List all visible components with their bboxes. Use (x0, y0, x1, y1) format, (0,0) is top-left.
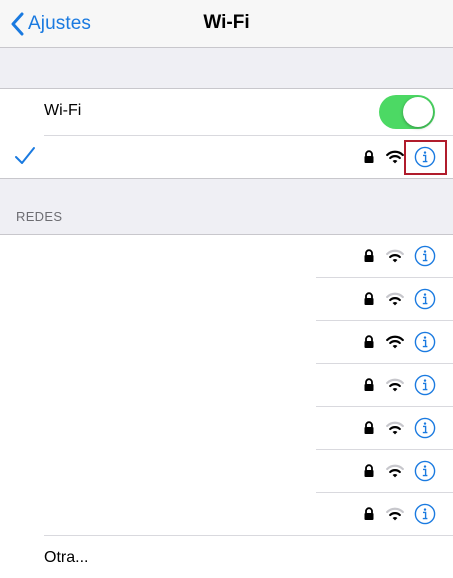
lock-icon (364, 249, 374, 262)
wifi-signal-icon (386, 335, 404, 349)
navigation-bar: Ajustes Wi-Fi (0, 0, 453, 48)
lock-icon (364, 464, 374, 477)
wifi-signal-icon (386, 249, 404, 263)
wifi-toggle-label: Wi-Fi (44, 102, 82, 119)
wifi-signal-icon (386, 464, 404, 478)
info-icon[interactable] (414, 503, 436, 525)
toggle-knob (403, 97, 433, 127)
lock-icon (364, 378, 374, 391)
info-button-highlight (404, 140, 447, 175)
wifi-signal-icon (386, 292, 404, 306)
other-network-row[interactable]: Otra... (0, 536, 453, 578)
other-network-label: Otra... (44, 549, 89, 566)
wifi-signal-icon (386, 507, 404, 521)
wifi-signal-icon (386, 150, 404, 164)
checkmark-icon (15, 147, 35, 164)
info-icon[interactable] (414, 417, 436, 439)
info-icon[interactable] (414, 374, 436, 396)
info-icon[interactable] (414, 288, 436, 310)
lock-icon (364, 421, 374, 434)
wifi-toggle-switch[interactable] (379, 95, 435, 129)
lock-icon (364, 507, 374, 520)
info-icon[interactable] (414, 460, 436, 482)
wifi-signal-icon (386, 378, 404, 392)
info-icon[interactable] (414, 245, 436, 267)
networks-section-header: REDES (16, 209, 63, 224)
page-title: Wi-Fi (203, 12, 250, 33)
lock-icon (364, 150, 374, 163)
wifi-signal-icon (386, 421, 404, 435)
wifi-settings-screen: Ajustes Wi-Fi Wi-Fi REDES Otra... (0, 0, 453, 578)
info-icon[interactable] (414, 331, 436, 353)
lock-icon (364, 335, 374, 348)
lock-icon (364, 292, 374, 305)
